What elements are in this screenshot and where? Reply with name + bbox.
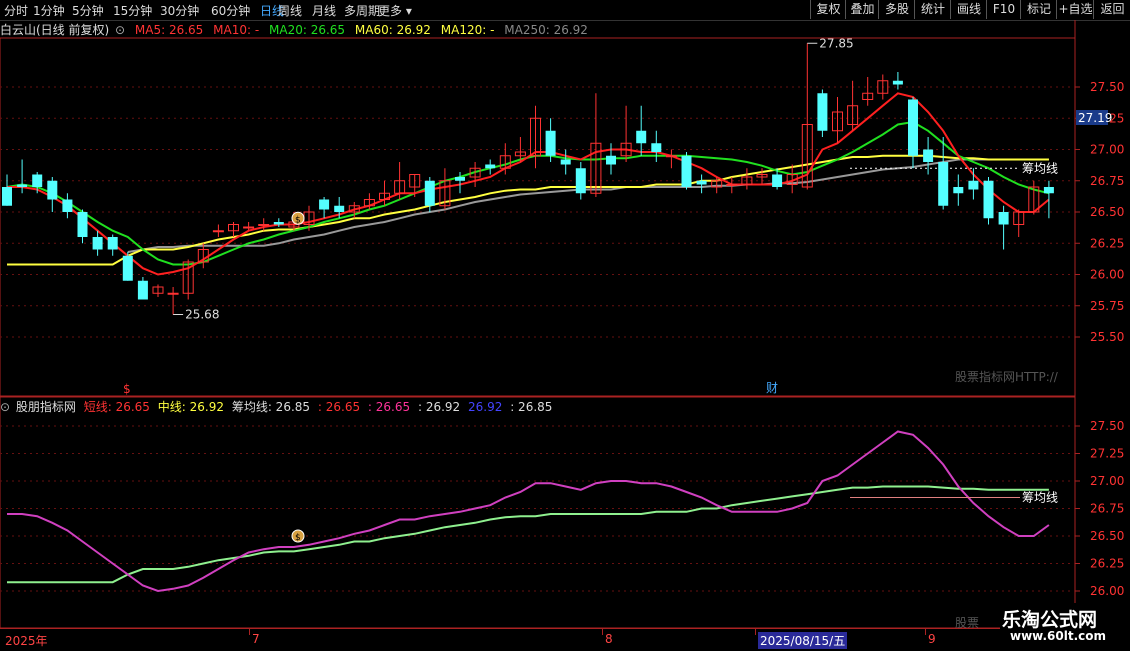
- candle-body: [62, 199, 73, 212]
- candle-body: [696, 180, 707, 185]
- brand-url: www.60lt.com: [1010, 629, 1107, 643]
- candle-body: [455, 177, 465, 181]
- candle-body: [681, 155, 692, 187]
- date-tick: [602, 629, 603, 635]
- date-label-3: 2025/08/15/五: [758, 632, 848, 649]
- candle-body: [258, 224, 270, 226]
- ind-tick-label: 26.50: [1090, 529, 1124, 543]
- candle-body: [107, 237, 118, 250]
- candle-body: [892, 80, 903, 85]
- s-marker: $: [123, 382, 131, 396]
- candle-body: [636, 130, 647, 144]
- ind-chip-line-label: 筹均线: [1022, 491, 1058, 505]
- candle-body: [983, 180, 994, 219]
- main-tick-label: 26.75: [1090, 174, 1124, 188]
- date-tick: [755, 629, 756, 635]
- candle-body: [137, 280, 148, 300]
- candle-body: [545, 130, 556, 156]
- chip-line-label: 筹均线: [1022, 161, 1058, 175]
- main-tick-label: 26.00: [1090, 268, 1124, 282]
- ind-tick-label: 27.00: [1090, 474, 1124, 488]
- ind-mid-line: [7, 485, 1049, 584]
- candle-body: [726, 184, 738, 186]
- ind-tick-label: 26.00: [1090, 584, 1124, 598]
- brand-name: 乐淘公式网: [1002, 609, 1098, 631]
- date-tick: [249, 629, 250, 635]
- candle-body: [953, 187, 964, 194]
- candle-body: [772, 174, 783, 187]
- candle-body: [17, 184, 28, 187]
- main-tick-label: 25.75: [1090, 299, 1124, 313]
- candle-body: [908, 99, 918, 156]
- candle-body: [560, 159, 571, 165]
- date-label-1: 7: [252, 632, 260, 646]
- ind-tick-label: 26.75: [1090, 502, 1124, 516]
- candle-body: [47, 180, 58, 200]
- candle-body: [606, 155, 616, 165]
- candle-body: [243, 226, 255, 229]
- candle-body: [77, 212, 88, 237]
- ma60-line: [7, 154, 1049, 266]
- main-tick-label: 27.50: [1090, 80, 1124, 94]
- candle-body: [817, 93, 828, 131]
- indicator-panel-border: [0, 396, 1076, 629]
- high-label: 27.85: [819, 36, 853, 50]
- current-price-label: 27.19: [1078, 111, 1112, 125]
- candle-body: [32, 174, 43, 187]
- watermark-text: 股票指标网HTTP://: [955, 369, 1059, 384]
- candle-body: [1043, 187, 1054, 194]
- ind-short-line: [7, 430, 1050, 593]
- candle-body: [998, 212, 1009, 225]
- candle-body: [575, 168, 586, 194]
- candle-body: [2, 187, 12, 206]
- date-label-2: 8: [605, 632, 613, 646]
- ind-tick-label: 27.50: [1090, 419, 1124, 433]
- date-tick: [925, 629, 926, 635]
- financial-marker: 财: [766, 381, 778, 395]
- candle-body: [968, 180, 979, 190]
- brand-watermark: 乐淘公式网 www.60lt.com: [1000, 603, 1130, 650]
- ind-tick-label: 26.25: [1090, 557, 1124, 571]
- candle-body: [485, 164, 496, 169]
- candle-body: [424, 180, 435, 206]
- low-label: 25.68: [185, 308, 219, 322]
- candle-body: [651, 143, 662, 152]
- candle-body: [273, 222, 284, 225]
- candle-body: [319, 199, 330, 210]
- chart-canvas[interactable]: 25.50 25.75 26.00 26.25 26.50 26.75 27.00 27.25…: [0, 0, 1130, 650]
- date-label-0: 2025年: [5, 634, 48, 648]
- candle-body: [167, 292, 179, 295]
- candle-body: [665, 155, 677, 158]
- candle-body: [92, 237, 103, 250]
- date-label-4: 9: [928, 632, 936, 646]
- candle-body: [334, 205, 345, 212]
- main-panel-border: [0, 37, 1076, 397]
- money-bag-symbol: $: [295, 215, 301, 225]
- money-bag-symbol: $: [295, 533, 301, 543]
- candle-body: [122, 255, 133, 281]
- candle-body: [923, 149, 934, 162]
- main-tick-label: 27.00: [1090, 143, 1124, 157]
- candle-body: [938, 162, 949, 206]
- main-tick-label: 25.50: [1090, 330, 1124, 344]
- main-tick-label: 26.50: [1090, 205, 1124, 219]
- date-axis: 2025年 7 8 2025/08/15/五 9: [0, 628, 1075, 651]
- ind-tick-label: 27.25: [1090, 447, 1124, 461]
- candle-body: [212, 230, 224, 233]
- main-tick-label: 26.25: [1090, 236, 1124, 250]
